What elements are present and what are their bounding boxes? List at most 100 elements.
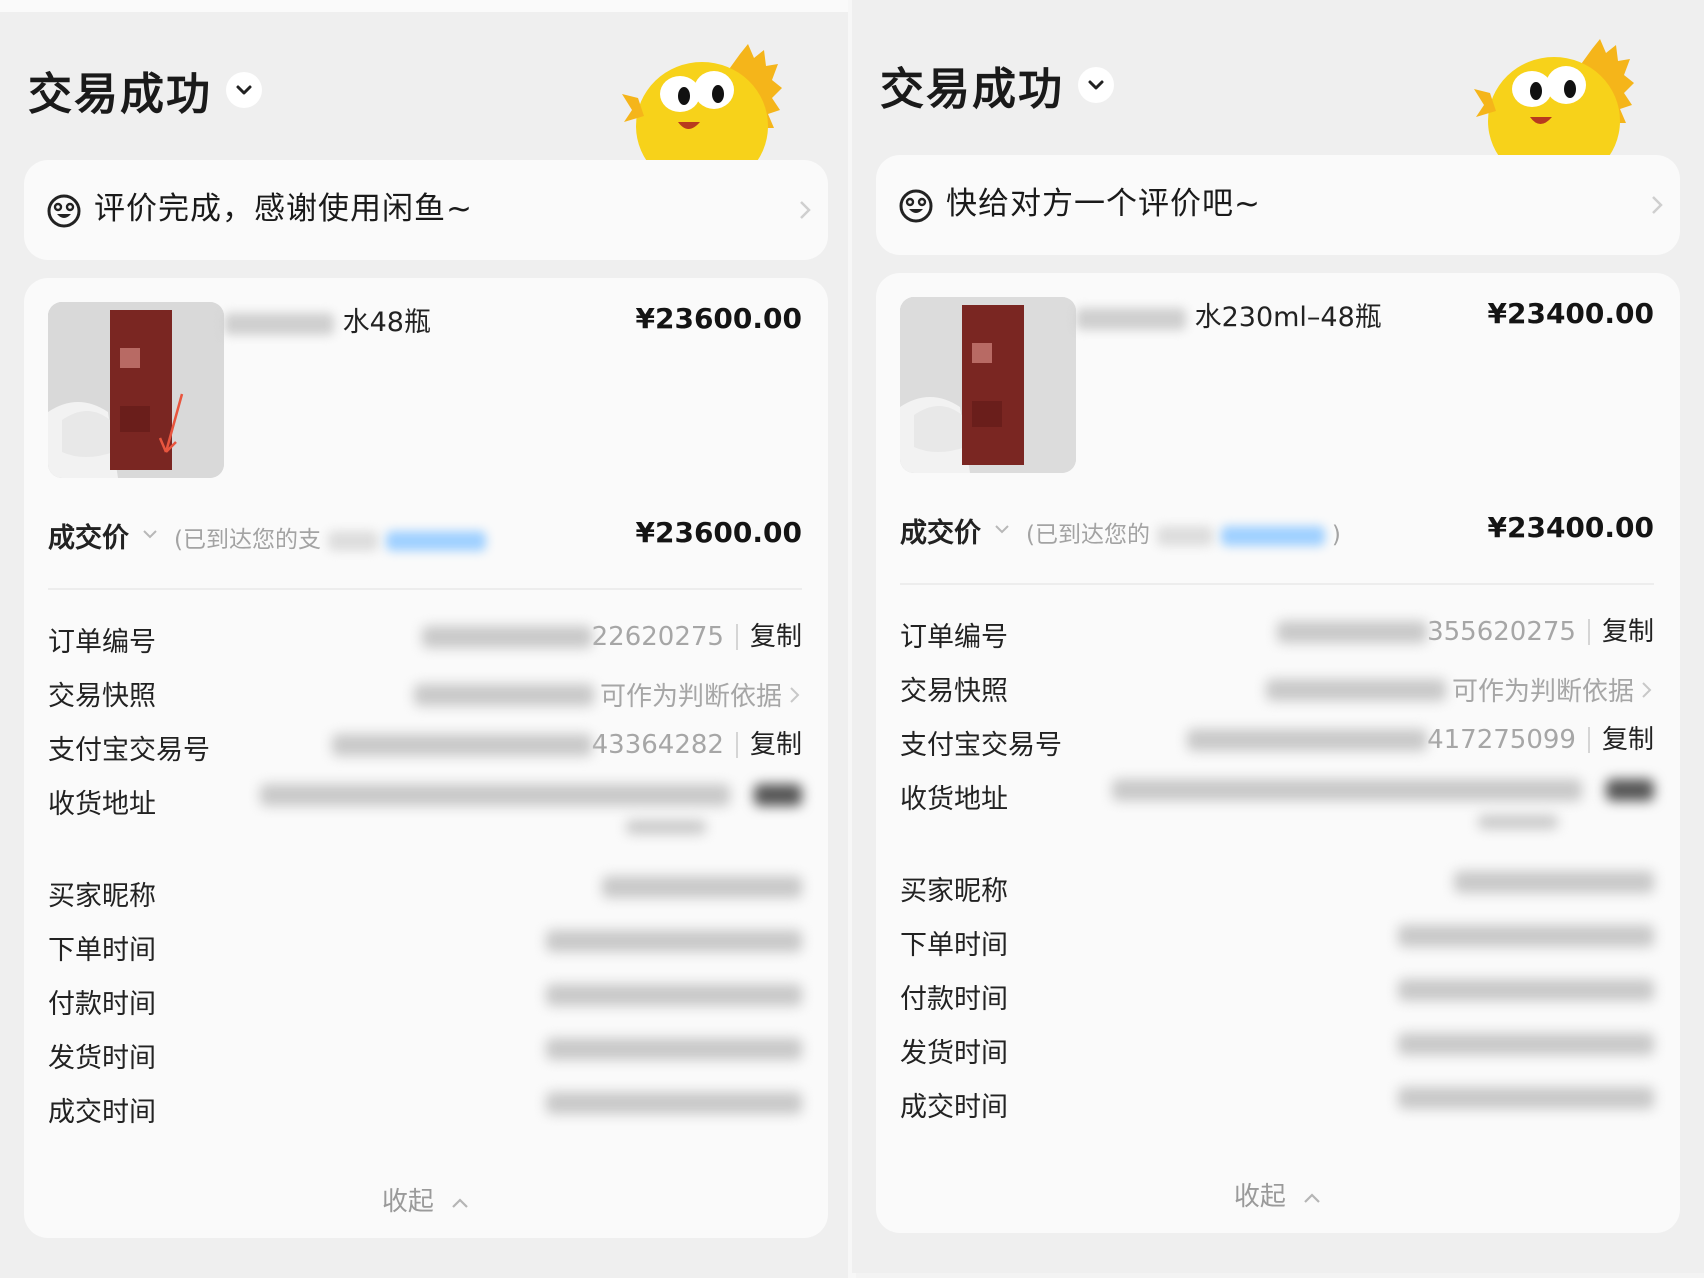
review-banner[interactable]: 快给对方一个评价吧~	[876, 155, 1680, 255]
row-value	[1454, 871, 1654, 893]
blurred-text	[224, 312, 334, 335]
status-title: 交易成功	[28, 69, 212, 120]
blurred-text	[1398, 979, 1654, 1001]
deal-price-row: 成交价 (已到达您的支 ¥23600.00	[48, 516, 802, 556]
review-banner[interactable]: 评价完成，感谢使用闲鱼~	[24, 160, 828, 260]
item-title-text: 水48瓶	[342, 307, 431, 338]
order-panel-right: 交易成功 快给对方一个评价吧~ 水230ml–48瓶 ¥23400.00 成交价…	[852, 0, 1704, 1273]
chevron-down-icon[interactable]	[1078, 67, 1114, 103]
copy-button[interactable]: 复制	[735, 732, 802, 758]
row-address: 收货地址	[48, 782, 802, 862]
blurred-text	[626, 820, 706, 834]
copy-button[interactable]: 复制	[1587, 619, 1654, 645]
row-order-time: 下单时间	[48, 928, 802, 972]
row-snapshot[interactable]: 交易快照 可作为判断依据	[900, 669, 1654, 713]
blurred-text	[1398, 1087, 1654, 1109]
row-label: 发货时间	[900, 1038, 1008, 1069]
row-label: 付款时间	[48, 989, 156, 1020]
row-value	[1398, 1033, 1654, 1055]
row-value	[1112, 779, 1654, 829]
row-value: 43364282 复制	[331, 730, 802, 760]
chevron-right-icon	[800, 201, 811, 219]
blurred-text	[1157, 525, 1214, 546]
row-ship-time: 发货时间	[900, 1031, 1654, 1075]
smiley-icon	[899, 189, 933, 223]
copy-button[interactable]: 复制	[1587, 727, 1654, 753]
collapse-button[interactable]: 收起	[876, 1176, 1680, 1213]
deal-label: 成交价	[48, 523, 129, 554]
product-thumbnail[interactable]	[48, 302, 224, 478]
blurred-text	[413, 683, 594, 706]
row-label: 买家昵称	[48, 881, 156, 912]
blurred-button[interactable]	[1606, 779, 1654, 801]
blurred-text	[1478, 815, 1558, 829]
row-deal-time: 成交时间	[48, 1090, 802, 1134]
row-alipay-number: 支付宝交易号 417275099 复制	[900, 723, 1654, 767]
product-thumbnail[interactable]	[900, 297, 1076, 473]
status-header[interactable]: 交易成功	[28, 58, 262, 122]
row-label: 下单时间	[48, 935, 156, 966]
chevron-down-icon[interactable]	[226, 72, 262, 108]
snapshot-hint: 可作为判断依据	[1451, 677, 1634, 707]
divider	[900, 583, 1654, 585]
row-snapshot[interactable]: 交易快照 可作为判断依据	[48, 674, 802, 718]
row-ship-time: 发货时间	[48, 1036, 802, 1080]
row-label: 成交时间	[48, 1097, 156, 1128]
snapshot-hint: 可作为判断依据	[599, 682, 782, 712]
row-label: 下单时间	[900, 930, 1008, 961]
blurred-text	[1398, 1033, 1654, 1055]
collapse-button[interactable]: 收起	[24, 1181, 828, 1218]
row-value	[1398, 979, 1654, 1001]
row-buyer-nickname: 买家昵称	[900, 869, 1654, 913]
chevron-down-icon[interactable]	[992, 519, 1012, 539]
review-text: 评价完成，感谢使用闲鱼~	[94, 191, 473, 227]
row-label: 发货时间	[48, 1043, 156, 1074]
blurred-link	[1220, 525, 1325, 546]
alipay-number-tail: 417275099	[1427, 725, 1576, 755]
row-value	[546, 930, 802, 952]
row-value	[1398, 925, 1654, 947]
row-deal-time: 成交时间	[900, 1085, 1654, 1129]
blurred-link	[385, 530, 486, 551]
row-value: 417275099 复制	[1187, 725, 1654, 755]
row-order-number: 订单编号 355620275 复制	[900, 615, 1654, 659]
blurred-text	[328, 530, 379, 551]
row-label: 收货地址	[48, 789, 156, 820]
row-label: 支付宝交易号	[900, 730, 1062, 761]
row-label: 交易快照	[48, 681, 156, 712]
deal-price: ¥23600.00	[635, 516, 803, 549]
row-label: 交易快照	[900, 676, 1008, 707]
deal-label: 成交价	[900, 518, 981, 549]
row-label: 付款时间	[900, 984, 1008, 1015]
deal-note-text: (已到达您的	[1026, 522, 1150, 548]
row-label: 买家昵称	[900, 876, 1008, 907]
item-price: ¥23400.00	[1487, 297, 1655, 330]
chevron-right-icon	[790, 686, 800, 703]
item-title[interactable]: 水48瓶	[224, 300, 431, 339]
smiley-icon	[47, 194, 81, 228]
blurred-text	[1076, 307, 1186, 330]
status-title: 交易成功	[880, 64, 1064, 115]
chevron-up-icon	[452, 1197, 468, 1208]
row-value: 可作为判断依据	[413, 676, 802, 713]
row-value	[546, 984, 802, 1006]
top-strip	[0, 0, 848, 12]
blurred-text	[546, 930, 802, 952]
order-detail-card: 水230ml–48瓶 ¥23400.00 成交价 (已到达您的 ) ¥23400…	[876, 273, 1680, 1233]
fish-mascot-icon	[1474, 39, 1634, 157]
row-value: 22620275 复制	[421, 622, 802, 652]
row-label: 成交时间	[900, 1092, 1008, 1123]
chevron-down-icon[interactable]	[140, 524, 160, 544]
row-value	[546, 1038, 802, 1060]
item-title-text: 水230ml–48瓶	[1194, 302, 1382, 333]
copy-button[interactable]: 复制	[735, 624, 802, 650]
blurred-button[interactable]	[754, 784, 802, 806]
status-header[interactable]: 交易成功	[880, 53, 1114, 117]
blurred-text	[1398, 925, 1654, 947]
row-value	[602, 876, 802, 898]
order-number-tail: 22620275	[591, 622, 724, 652]
item-title[interactable]: 水230ml–48瓶	[1076, 295, 1382, 334]
chevron-right-icon	[1652, 196, 1663, 214]
blurred-text	[602, 876, 802, 898]
blurred-text	[1112, 779, 1582, 801]
